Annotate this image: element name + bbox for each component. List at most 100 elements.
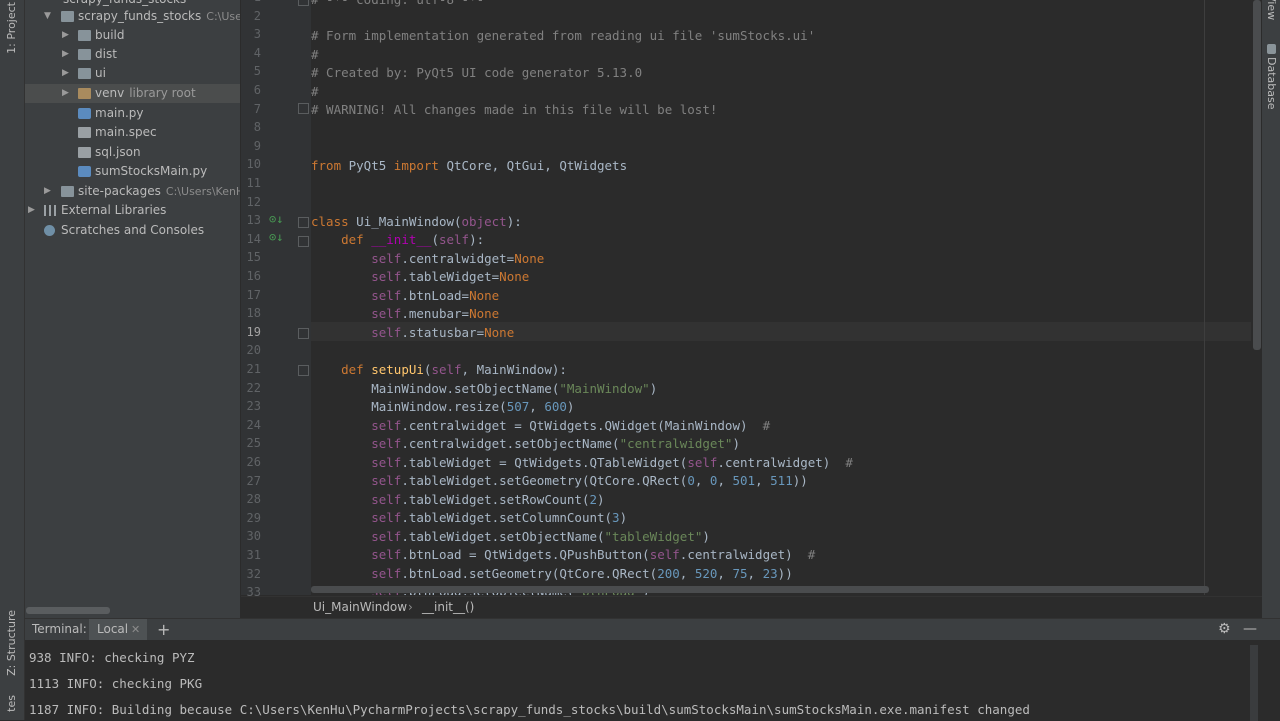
override-marker-icon[interactable]: ⊙↓ [269,230,283,244]
database-tab-label: Database [1265,57,1278,110]
tree-item-label: dist [95,47,117,61]
line-number: 23 [246,399,261,414]
python-file-icon [78,166,91,177]
sciview-tool-tab[interactable]: SciView [1265,0,1278,20]
line-number: 30 [246,529,261,544]
terminal-vertical-scrollbar[interactable] [1250,645,1258,721]
project-panel: scrapy_funds_stocks ▼ scrapy_funds_stock… [25,0,240,618]
database-icon [1266,44,1276,54]
code-line-6: # [311,84,319,99]
fold-marker-icon[interactable] [298,103,309,114]
tree-item-label: main.py [95,106,144,120]
code-line-10: from PyQt5 import QtCore, QtGui, QtWidge… [311,158,628,173]
editor-horizontal-scrollbar[interactable] [311,586,1209,593]
tree-item-scrapy-funds-stocks[interactable]: ▼ scrapy_funds_stocks C:\Users\K [25,7,240,26]
line-number: 4 [253,45,261,60]
code-line-4: # [311,47,319,62]
override-marker-icon[interactable]: ⊙↓ [269,212,283,226]
folder-icon [78,30,91,41]
code-line-22: MainWindow.setObjectName("MainWindow") [371,381,658,396]
code-line-27: self.tableWidget.setGeometry(QtCore.QRec… [371,473,808,488]
tree-item-ui[interactable]: ▶ ui [25,64,240,83]
fold-marker-icon[interactable] [298,236,309,247]
tree-item-sql-json[interactable]: sql.json [25,143,240,162]
folder-icon [61,11,74,22]
project-horizontal-scrollbar[interactable] [26,607,110,614]
favorites-tool-tab[interactable]: tes [5,695,18,712]
line-number: 26 [246,455,261,469]
line-number: 2 [253,8,261,23]
folder-icon [78,68,91,79]
chevron-right-icon[interactable]: ▶ [44,182,51,201]
tree-item-dist[interactable]: ▶ dist [25,45,240,64]
breadcrumb-method[interactable]: __init__() [422,597,474,617]
code-line-13: class Ui_MainWindow(object): [311,214,522,229]
tree-item-sumstocksmain-py[interactable]: sumStocksMain.py [25,162,240,181]
fold-marker-icon[interactable] [298,0,309,6]
line-number: 8 [253,120,261,135]
line-number: 1 [241,0,261,4]
line-number: 32 [246,566,261,581]
code-line-24: self.centralwidget = QtWidgets.QWidget(M… [371,418,771,433]
tree-item-path: C:\Users\K [206,10,240,23]
chevron-right-icon[interactable]: ▶ [62,84,69,103]
minimize-icon[interactable]: — [1243,619,1257,640]
line-number: 19 [246,324,261,339]
line-number: 22 [246,380,261,395]
tree-item-label: venv [95,86,125,100]
tree-item-venv[interactable]: ▶ venv library root [25,84,240,103]
structure-tool-tab[interactable]: Z: Structure [5,610,18,676]
line-number: 3 [253,27,261,42]
line-number: 31 [246,548,261,562]
line-number: 28 [246,492,261,507]
line-number: 13 [246,213,261,228]
code-line-16: self.tableWidget=None [371,269,530,284]
close-icon[interactable]: ✕ [131,619,140,640]
breadcrumb-class[interactable]: Ui_MainWindow [313,597,407,617]
tree-item-label: External Libraries [61,203,167,217]
editor-vertical-scrollbar[interactable] [1253,0,1261,350]
code-line-1: # -*- coding: utf-8 -*- [311,0,484,9]
tree-item-build[interactable]: ▶ build [25,26,240,45]
code-line-31: self.btnLoad = QtWidgets.QPushButton(sel… [371,547,816,562]
right-margin-guide [1204,0,1205,595]
tree-item-main-spec[interactable]: main.spec [25,123,240,142]
fold-marker-icon[interactable] [298,217,309,228]
chevron-right-icon[interactable]: ▶ [62,64,69,83]
tree-item-external-libraries[interactable]: ▶ External Libraries [25,201,240,220]
tree-item-site-packages[interactable]: ▶ site-packages C:\Users\KenHu [25,182,240,201]
chevron-right-icon[interactable]: ▶ [62,45,69,64]
terminal-header: Terminal: Local ✕ + ⚙ — [25,619,1280,640]
database-tool-tab[interactable]: Database [1265,44,1278,110]
chevron-down-icon[interactable]: ▼ [44,7,51,26]
left-tool-strip: 1: Project Z: Structure tes [0,0,25,720]
line-number: 15 [246,250,261,265]
gear-icon[interactable]: ⚙ [1218,619,1231,640]
line-number: 11 [246,176,261,190]
chevron-right-icon[interactable]: ▶ [28,201,35,220]
line-number: 17 [246,287,261,302]
line-number: 5 [253,64,261,79]
code-line-23: MainWindow.resize(507, 600) [371,399,575,414]
tree-item-sublabel: library root [129,86,196,100]
tree-item-label: main.spec [95,125,157,139]
json-file-icon [78,147,91,158]
line-number: 14 [246,231,261,246]
code-editor[interactable]: # -*- coding: utf-8 -*- # Form implement… [311,0,1251,595]
fold-marker-icon[interactable] [298,328,309,339]
terminal-line: 1187 INFO: Building because C:\Users\Ken… [29,702,1030,717]
fold-marker-icon[interactable] [298,365,309,376]
tree-item-label: sumStocksMain.py [95,164,208,178]
new-terminal-plus-icon[interactable]: + [157,619,170,640]
line-number: 7 [253,101,261,116]
code-line-19: self.statusbar=None [371,325,515,340]
library-icon [44,205,56,216]
chevron-right-icon[interactable]: ▶ [62,26,69,45]
tree-item-main-py[interactable]: main.py [25,104,240,123]
tree-item-scratches[interactable]: Scratches and Consoles [25,221,240,240]
code-line-26: self.tableWidget = QtWidgets.QTableWidge… [371,455,853,470]
line-number: 27 [246,473,261,488]
line-number: 9 [253,138,261,153]
code-line-7: # WARNING! All changes made in this file… [311,102,718,117]
project-tool-tab[interactable]: 1: Project [5,2,18,54]
